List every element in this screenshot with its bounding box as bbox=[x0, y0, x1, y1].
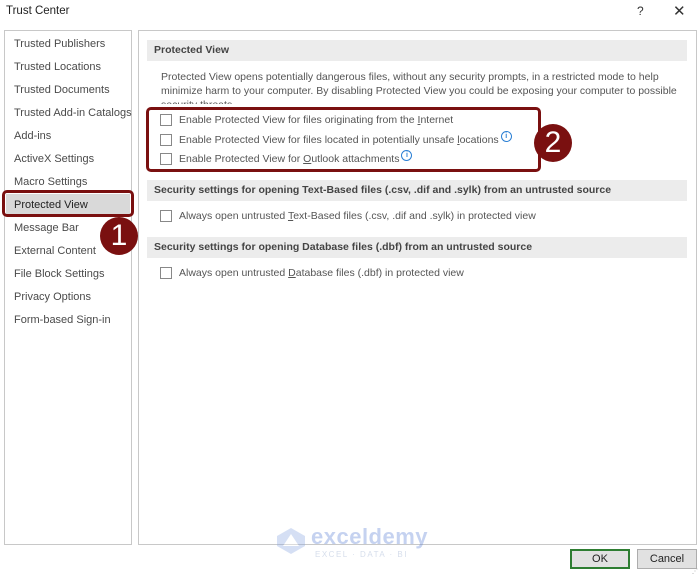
checkbox-database[interactable] bbox=[160, 267, 172, 279]
title-bar: Trust Center ? ✕ bbox=[0, 0, 700, 26]
sidebar-item-macro-settings[interactable]: Macro Settings bbox=[6, 171, 130, 193]
info-icon[interactable]: i bbox=[401, 149, 413, 161]
section-header-database: Security settings for opening Database f… bbox=[147, 237, 687, 258]
help-button[interactable]: ? bbox=[637, 4, 644, 18]
sidebar-item-file-block-settings[interactable]: File Block Settings bbox=[6, 263, 130, 285]
section-header-protected-view: Protected View bbox=[147, 40, 687, 61]
protected-view-description: Protected View opens potentially dangero… bbox=[161, 71, 677, 104]
info-icon[interactable]: i bbox=[500, 130, 512, 142]
option-label: Enable Protected View for Outlook attach… bbox=[179, 153, 400, 165]
watermark-tagline: EXCEL · DATA · BI bbox=[315, 550, 408, 559]
sidebar-item-trusted-publishers[interactable]: Trusted Publishers bbox=[6, 33, 130, 55]
option-text-based[interactable]: Always open untrusted Text-Based files (… bbox=[160, 208, 536, 224]
exceldemy-logo-icon bbox=[277, 528, 305, 554]
sidebar-item-trusted-locations[interactable]: Trusted Locations bbox=[6, 56, 130, 78]
sidebar-item-add-ins[interactable]: Add-ins bbox=[6, 125, 130, 147]
option-outlook-attachments[interactable]: Enable Protected View for Outlook attach… bbox=[160, 149, 413, 167]
checkbox-outlook-attachments[interactable] bbox=[160, 153, 172, 165]
settings-panel: Protected View Protected View opens pote… bbox=[138, 30, 697, 545]
sidebar-nav: Trusted Publishers Trusted Locations Tru… bbox=[4, 30, 132, 545]
option-database[interactable]: Always open untrusted Database files (.d… bbox=[160, 265, 464, 281]
option-label: Enable Protected View for files located … bbox=[179, 134, 499, 146]
option-internet-files[interactable]: Enable Protected View for files originat… bbox=[160, 112, 453, 128]
sidebar-item-protected-view[interactable]: Protected View bbox=[6, 194, 130, 216]
sidebar-item-activex-settings[interactable]: ActiveX Settings bbox=[6, 148, 130, 170]
option-label: Enable Protected View for files originat… bbox=[179, 114, 454, 126]
sidebar-item-trusted-documents[interactable]: Trusted Documents bbox=[6, 79, 130, 101]
watermark-brand: exceldemy bbox=[311, 524, 429, 549]
checkbox-unsafe-locations[interactable] bbox=[160, 134, 172, 146]
resize-grip-icon[interactable]: ⋰ bbox=[692, 568, 698, 575]
window-title: Trust Center bbox=[6, 5, 70, 17]
ok-button[interactable]: OK bbox=[570, 549, 630, 569]
option-label: Always open untrusted Database files (.d… bbox=[179, 267, 464, 279]
cancel-button[interactable]: Cancel bbox=[637, 549, 697, 569]
checkbox-text-based[interactable] bbox=[160, 210, 172, 222]
step-badge-1: 1 bbox=[100, 217, 138, 255]
close-button[interactable]: ✕ bbox=[673, 2, 686, 20]
option-unsafe-locations[interactable]: Enable Protected View for files located … bbox=[160, 130, 512, 148]
checkbox-internet-files[interactable] bbox=[160, 114, 172, 126]
option-label: Always open untrusted Text-Based files (… bbox=[179, 210, 536, 222]
section-header-text-based: Security settings for opening Text-Based… bbox=[147, 180, 687, 201]
sidebar-item-trusted-add-in-catalogs[interactable]: Trusted Add-in Catalogs bbox=[6, 102, 132, 124]
sidebar-item-form-based-sign-in[interactable]: Form-based Sign-in bbox=[6, 309, 130, 331]
sidebar-item-privacy-options[interactable]: Privacy Options bbox=[6, 286, 130, 308]
step-badge-2: 2 bbox=[534, 124, 572, 162]
